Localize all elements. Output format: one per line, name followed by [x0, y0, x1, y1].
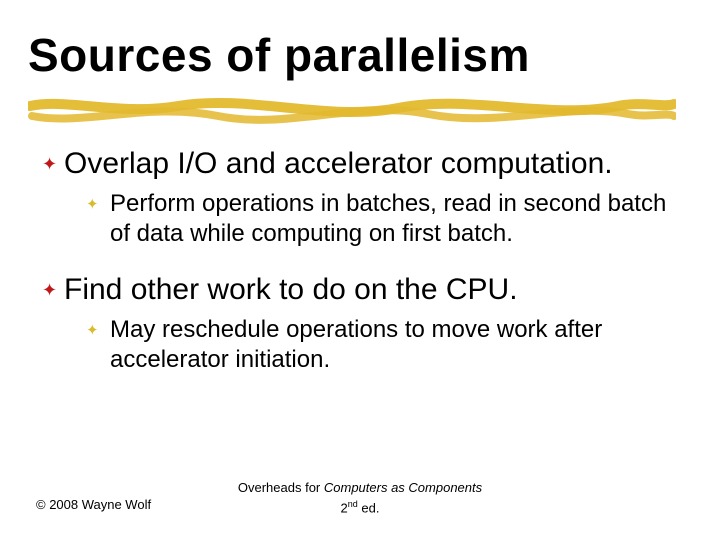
footer-center: Overheads for Computers as Components 2n… [0, 480, 720, 516]
list-item-text: Find other work to do on the CPU. [64, 271, 518, 309]
page-title: Sources of parallelism [28, 28, 530, 82]
list-subitem-text: Perform operations in batches, read in s… [110, 189, 672, 249]
title-underline [28, 92, 676, 130]
footer-suffix: ed. [358, 500, 380, 515]
list-subitem: ✦ Perform operations in batches, read in… [86, 189, 672, 249]
list-subitem-text: May reschedule operations to move work a… [110, 315, 672, 375]
list-item: ✦ Find other work to do on the CPU. [42, 271, 672, 309]
list-subitem: ✦ May reschedule operations to move work… [86, 315, 672, 375]
bullet-icon: ✦ [42, 271, 64, 309]
list-item: ✦ Overlap I/O and accelerator computatio… [42, 145, 672, 183]
bullet-icon: ✦ [42, 145, 64, 183]
slide: Sources of parallelism ✦ Overlap I/O and… [0, 0, 720, 540]
bullet-icon: ✦ [86, 189, 110, 221]
list-item-text: Overlap I/O and accelerator computation. [64, 145, 613, 183]
footer-prefix: Overheads for [238, 480, 324, 495]
footer-ordinal: nd [348, 499, 358, 509]
body-content: ✦ Overlap I/O and accelerator computatio… [42, 145, 672, 397]
bullet-icon: ✦ [86, 315, 110, 347]
footer-book-title: Computers as Components [324, 480, 482, 495]
footer-edition-num: 2 [341, 500, 348, 515]
